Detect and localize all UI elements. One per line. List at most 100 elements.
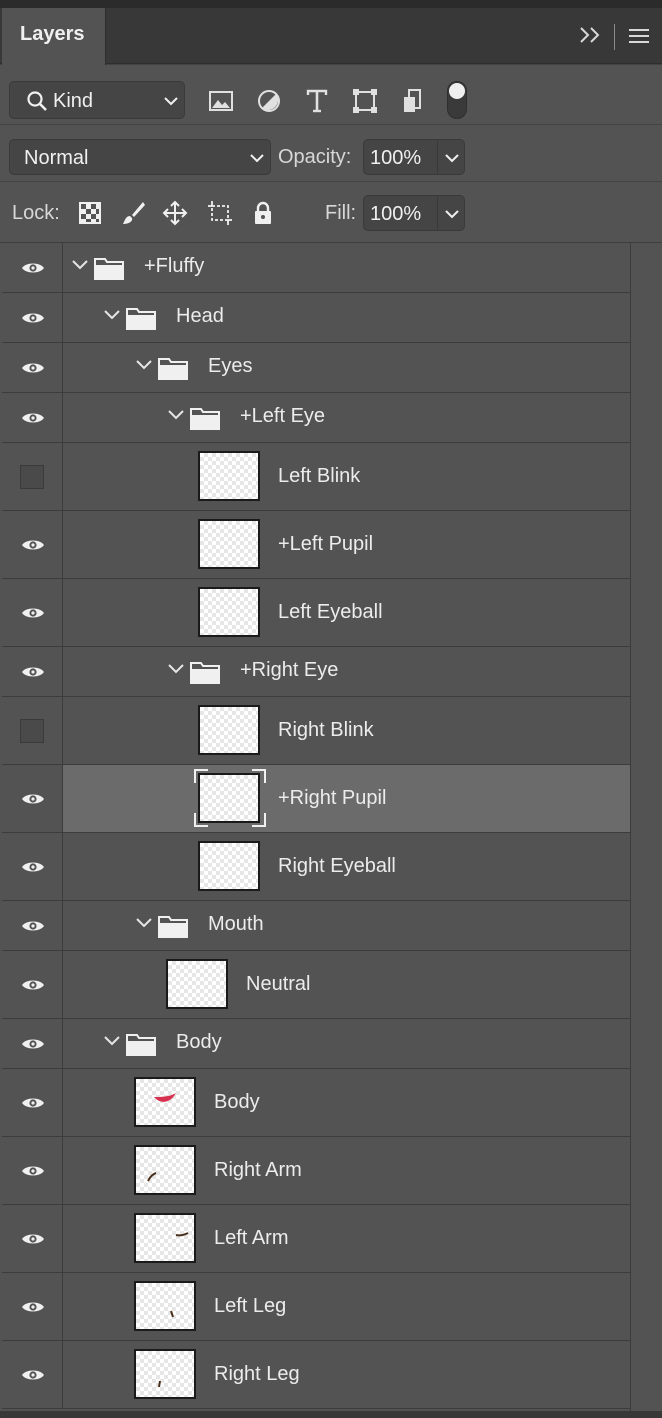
layer-thumbnail[interactable] xyxy=(198,705,260,755)
lock-row: Lock: Fill: 100% xyxy=(0,183,662,243)
eye-icon[interactable] xyxy=(21,410,45,426)
chevron-down-icon[interactable] xyxy=(445,153,459,163)
eye-icon[interactable] xyxy=(21,1163,45,1179)
layer-thumbnail[interactable] xyxy=(134,1281,196,1331)
visibility-cell[interactable] xyxy=(2,293,63,342)
visibility-cell[interactable] xyxy=(2,1273,63,1340)
collapse-panel-icon[interactable] xyxy=(578,22,604,48)
layer-thumbnail[interactable] xyxy=(198,519,260,569)
layer-row[interactable]: Body xyxy=(2,1069,630,1137)
layer-group-row[interactable]: +Right Eye xyxy=(2,647,630,697)
chevron-down-icon[interactable] xyxy=(104,1036,120,1046)
eye-icon[interactable] xyxy=(21,310,45,326)
lock-all-icon[interactable] xyxy=(250,200,276,226)
layer-thumbnail[interactable] xyxy=(134,1077,196,1127)
chevron-down-icon[interactable] xyxy=(104,310,120,320)
layer-thumbnail[interactable] xyxy=(134,1145,196,1195)
filter-type-layers-icon[interactable] xyxy=(303,87,331,115)
layer-row[interactable]: Left Eyeball xyxy=(2,579,630,647)
visibility-off-box[interactable] xyxy=(20,719,44,743)
eye-icon[interactable] xyxy=(21,791,45,807)
eye-icon[interactable] xyxy=(21,859,45,875)
visibility-cell[interactable] xyxy=(2,579,63,646)
eye-icon[interactable] xyxy=(21,360,45,376)
visibility-cell[interactable] xyxy=(2,243,63,292)
visibility-cell[interactable] xyxy=(2,443,63,510)
visibility-cell[interactable] xyxy=(2,511,63,578)
layer-thumbnail[interactable] xyxy=(198,587,260,637)
visibility-cell[interactable] xyxy=(2,697,63,764)
visibility-cell[interactable] xyxy=(2,647,63,696)
layer-thumbnail[interactable] xyxy=(198,451,260,501)
layer-row[interactable]: +Left Pupil xyxy=(2,511,630,579)
visibility-cell[interactable] xyxy=(2,901,63,950)
chevron-down-icon[interactable] xyxy=(445,209,459,219)
eye-icon[interactable] xyxy=(21,1231,45,1247)
lock-artboard-icon[interactable] xyxy=(207,200,233,226)
filter-pixel-layers-icon[interactable] xyxy=(207,87,235,115)
fill-field[interactable]: 100% xyxy=(363,195,465,231)
eye-icon[interactable] xyxy=(21,260,45,276)
eye-icon[interactable] xyxy=(21,977,45,993)
layer-row[interactable]: Right Arm xyxy=(2,1137,630,1205)
layer-row[interactable]: Right Blink xyxy=(2,697,630,765)
visibility-cell[interactable] xyxy=(2,343,63,392)
scrollbar-gutter[interactable] xyxy=(630,243,662,1418)
filter-adjustment-layers-icon[interactable] xyxy=(255,87,283,115)
lock-transparent-pixels-icon[interactable] xyxy=(77,200,103,226)
tab-layers[interactable]: Layers xyxy=(2,8,106,65)
filter-kind-dropdown[interactable]: Kind xyxy=(9,81,185,119)
layer-group-row[interactable]: Eyes xyxy=(2,343,630,393)
visibility-cell[interactable] xyxy=(2,1069,63,1136)
lock-position-icon[interactable] xyxy=(162,200,188,226)
layer-thumbnail[interactable] xyxy=(198,841,260,891)
layer-row[interactable]: Left Blink xyxy=(2,443,630,511)
layer-row[interactable]: Right Eyeball xyxy=(2,833,630,901)
eye-icon[interactable] xyxy=(21,1367,45,1383)
visibility-cell[interactable] xyxy=(2,1137,63,1204)
chevron-down-icon[interactable] xyxy=(168,410,184,420)
chevron-down-icon[interactable] xyxy=(72,260,88,270)
eye-icon[interactable] xyxy=(21,918,45,934)
layer-row[interactable]: Neutral xyxy=(2,951,630,1019)
opacity-field[interactable]: 100% xyxy=(363,139,465,175)
visibility-off-box[interactable] xyxy=(20,465,44,489)
layer-thumbnail[interactable] xyxy=(134,1349,196,1399)
layer-row[interactable]: Right Leg xyxy=(2,1341,630,1409)
layer-name: Body xyxy=(176,1031,222,1053)
visibility-cell[interactable] xyxy=(2,1205,63,1272)
layer-name: +Right Eye xyxy=(240,659,339,681)
lock-image-pixels-icon[interactable] xyxy=(120,200,146,226)
panel-menu-icon[interactable] xyxy=(627,26,651,46)
layer-row[interactable]: Left Leg xyxy=(2,1273,630,1341)
eye-icon[interactable] xyxy=(21,664,45,680)
eye-icon[interactable] xyxy=(21,1036,45,1052)
visibility-cell[interactable] xyxy=(2,393,63,442)
layer-thumbnail[interactable] xyxy=(166,959,228,1009)
layer-group-row[interactable]: Mouth xyxy=(2,901,630,951)
chevron-down-icon[interactable] xyxy=(136,918,152,928)
layer-group-row[interactable]: +Left Eye xyxy=(2,393,630,443)
filter-smart-objects-icon[interactable] xyxy=(399,87,427,115)
visibility-cell[interactable] xyxy=(2,765,63,832)
eye-icon[interactable] xyxy=(21,1299,45,1315)
eye-icon[interactable] xyxy=(21,537,45,553)
layer-group-row[interactable]: Body xyxy=(2,1019,630,1069)
filter-toggle[interactable] xyxy=(447,81,467,119)
search-icon xyxy=(27,91,47,111)
chevron-down-icon[interactable] xyxy=(168,664,184,674)
layer-thumbnail[interactable] xyxy=(134,1213,196,1263)
chevron-down-icon[interactable] xyxy=(136,360,152,370)
layer-row[interactable]: +Right Pupil xyxy=(2,765,630,833)
eye-icon[interactable] xyxy=(21,1095,45,1111)
eye-icon[interactable] xyxy=(21,605,45,621)
visibility-cell[interactable] xyxy=(2,951,63,1018)
visibility-cell[interactable] xyxy=(2,1341,63,1408)
layer-group-row[interactable]: +Fluffy xyxy=(2,243,630,293)
layer-group-row[interactable]: Head xyxy=(2,293,630,343)
visibility-cell[interactable] xyxy=(2,833,63,900)
layer-row[interactable]: Left Arm xyxy=(2,1205,630,1273)
visibility-cell[interactable] xyxy=(2,1019,63,1068)
blend-mode-dropdown[interactable]: Normal xyxy=(9,139,271,175)
filter-shape-layers-icon[interactable] xyxy=(351,87,379,115)
